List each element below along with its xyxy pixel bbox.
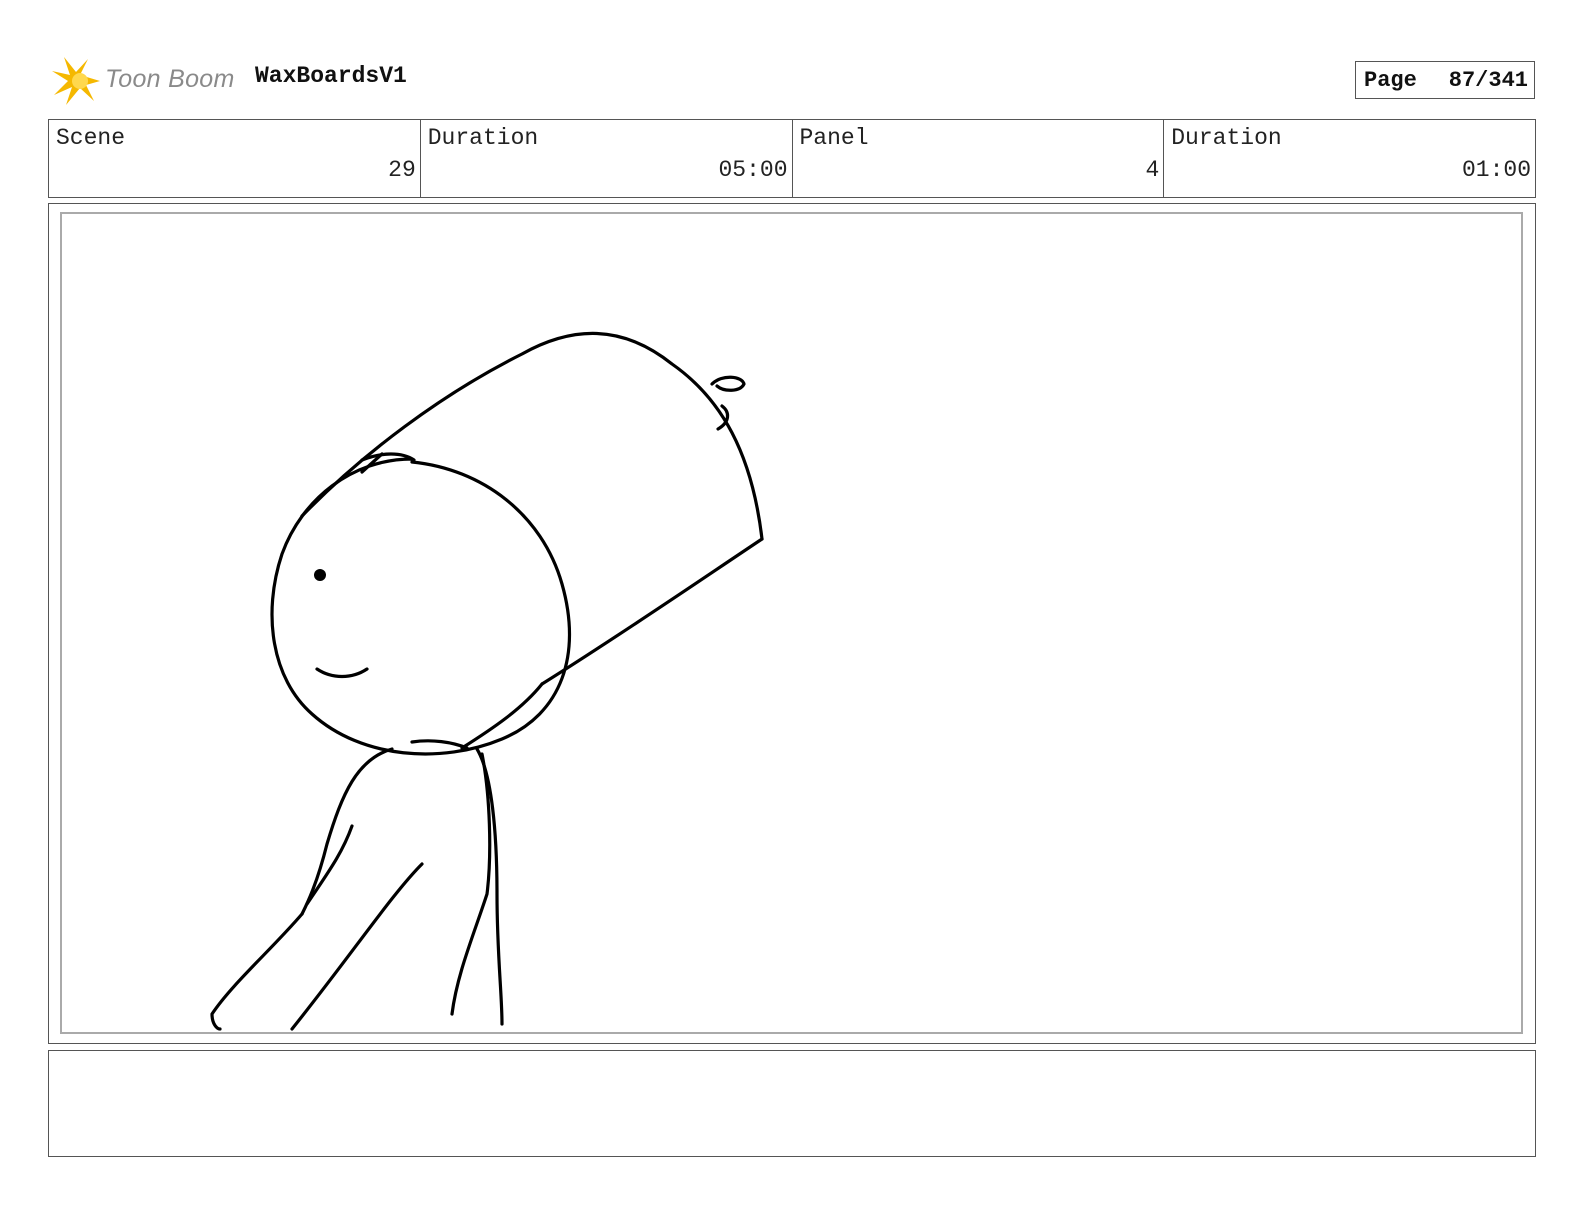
logo-text: Toon Boom <box>105 65 235 93</box>
scene-duration-label: Duration <box>427 125 539 151</box>
panel-value: 4 <box>1145 157 1160 183</box>
scene-label: Scene <box>56 125 126 151</box>
storyboard-drawing-area <box>60 212 1523 1034</box>
panel-duration-label: Duration <box>1171 125 1282 151</box>
panel-notes-box <box>48 1050 1536 1157</box>
character-sketch <box>210 331 764 1031</box>
starburst-icon <box>52 57 100 105</box>
storyboard-panel-frame <box>48 203 1536 1044</box>
page-indicator: Page 87/341 <box>1355 61 1535 99</box>
panel-cell: Panel 4 <box>793 120 1165 197</box>
scene-value: 29 <box>388 157 416 183</box>
scene-duration-value: 05:00 <box>718 157 788 183</box>
page-label: Page <box>1364 68 1417 93</box>
page-number: 87/341 <box>1448 68 1528 93</box>
panel-label: Panel <box>799 125 869 151</box>
panel-info-table: Scene 29 Duration 05:00 Panel 4 Duration… <box>48 119 1536 198</box>
panel-duration-value: 01:00 <box>1461 157 1531 183</box>
project-title: WaxBoardsV1 <box>255 63 407 89</box>
toon-boom-logo: Toon Boom <box>50 55 240 107</box>
scene-duration-cell: Duration 05:00 <box>421 120 793 197</box>
scene-cell: Scene 29 <box>49 120 421 197</box>
panel-duration-cell: Duration 01:00 <box>1164 120 1535 197</box>
